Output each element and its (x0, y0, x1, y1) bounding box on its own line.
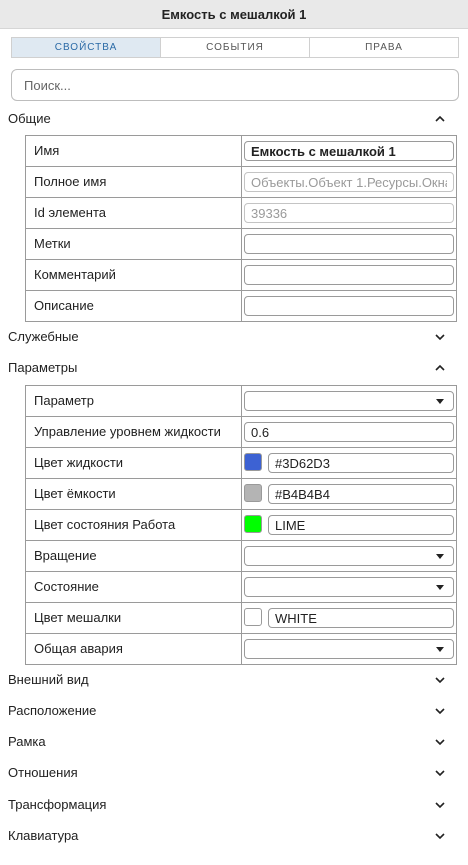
row-tank-color: Цвет ёмкости (26, 479, 456, 510)
row-label: Цвет состояния Работа (26, 510, 242, 540)
tab-events[interactable]: СОБЫТИЯ (160, 38, 309, 57)
section-appearance-title: Внешний вид (8, 672, 89, 687)
section-parameters-title: Параметры (8, 360, 78, 375)
row-label: Состояние (26, 572, 242, 602)
row-label: Комментарий (26, 260, 242, 290)
section-frame-title: Рамка (8, 734, 46, 749)
tank-color-field[interactable] (268, 484, 454, 504)
section-transform-header[interactable]: Трансформация (0, 793, 468, 817)
row-label: Полное имя (26, 167, 242, 197)
row-label: Цвет ёмкости (26, 479, 242, 509)
row-description: Описание (26, 291, 456, 322)
row-name: Имя (26, 136, 456, 167)
row-label: Вращение (26, 541, 242, 571)
rotation-select[interactable] (244, 546, 454, 566)
tab-properties[interactable]: СВОЙСТВА (12, 38, 160, 57)
section-relations-title: Отношения (8, 765, 78, 780)
row-liquid-color: Цвет жидкости (26, 448, 456, 479)
general-alarm-select[interactable] (244, 639, 454, 659)
color-swatch[interactable] (244, 608, 262, 626)
row-label: Цвет мешалки (26, 603, 242, 633)
mixer-color-field[interactable] (268, 608, 454, 628)
dropdown-caret-icon (436, 399, 444, 404)
element-id-field[interactable] (244, 203, 454, 223)
chevron-down-icon (435, 739, 445, 746)
row-label: Имя (26, 136, 242, 166)
full-name-field[interactable] (244, 172, 454, 192)
row-comment: Комментарий (26, 260, 456, 291)
section-keyboard-title: Клавиатура (8, 828, 79, 843)
row-general-alarm: Общая авария (26, 634, 456, 665)
row-label: Общая авария (26, 634, 242, 664)
parameter-select[interactable] (244, 391, 454, 411)
row-parameter: Параметр (26, 386, 456, 417)
chevron-down-icon (435, 833, 445, 840)
row-work-state-color: Цвет состояния Работа (26, 510, 456, 541)
row-full-name: Полное имя (26, 167, 456, 198)
level-control-field[interactable] (244, 422, 454, 442)
section-position-header[interactable]: Расположение (0, 699, 468, 723)
color-swatch[interactable] (244, 515, 262, 533)
section-service-title: Служебные (8, 329, 79, 344)
name-field[interactable] (244, 141, 454, 161)
row-rotation: Вращение (26, 541, 456, 572)
window-title: Емкость с мешалкой 1 (0, 0, 468, 29)
section-general-title: Общие (8, 111, 51, 126)
state-select[interactable] (244, 577, 454, 597)
chevron-down-icon (435, 770, 445, 777)
section-position-title: Расположение (8, 703, 97, 718)
dropdown-caret-icon (436, 647, 444, 652)
tags-field[interactable] (244, 234, 454, 254)
dropdown-caret-icon (436, 554, 444, 559)
chevron-up-icon (435, 115, 445, 122)
section-transform-title: Трансформация (8, 797, 107, 812)
chevron-down-icon (435, 802, 445, 809)
tab-rights[interactable]: ПРАВА (309, 38, 458, 57)
section-keyboard-header[interactable]: Клавиатура (0, 824, 468, 848)
row-label: Параметр (26, 386, 242, 416)
chevron-down-icon (435, 708, 445, 715)
section-service-header[interactable]: Служебные (0, 325, 468, 349)
color-swatch[interactable] (244, 484, 262, 502)
chevron-down-icon (435, 334, 445, 341)
tab-bar: СВОЙСТВА СОБЫТИЯ ПРАВА (11, 37, 459, 58)
description-field[interactable] (244, 296, 454, 316)
row-mixer-color: Цвет мешалки (26, 603, 456, 634)
search-input[interactable] (11, 69, 459, 101)
work-state-color-field[interactable] (268, 515, 454, 535)
color-swatch[interactable] (244, 453, 262, 471)
section-frame-header[interactable]: Рамка (0, 730, 468, 754)
comment-field[interactable] (244, 265, 454, 285)
row-label: Описание (26, 291, 242, 321)
section-appearance-header[interactable]: Внешний вид (0, 668, 468, 692)
liquid-color-field[interactable] (268, 453, 454, 473)
row-label: Цвет жидкости (26, 448, 242, 478)
section-parameters-header[interactable]: Параметры (0, 356, 468, 380)
row-element-id: Id элемента (26, 198, 456, 229)
general-properties-table: Имя Полное имя Id элемента Метки Коммент… (25, 135, 457, 322)
row-label: Метки (26, 229, 242, 259)
parameters-table: Параметр Управление уровнем жидкости Цве… (25, 385, 457, 665)
row-label: Управление уровнем жидкости (26, 417, 242, 447)
row-label: Id элемента (26, 198, 242, 228)
row-tags: Метки (26, 229, 456, 260)
dropdown-caret-icon (436, 585, 444, 590)
row-level-control: Управление уровнем жидкости (26, 417, 456, 448)
section-general-header[interactable]: Общие (0, 107, 468, 131)
row-state: Состояние (26, 572, 456, 603)
chevron-down-icon (435, 677, 445, 684)
section-relations-header[interactable]: Отношения (0, 761, 468, 785)
chevron-up-icon (435, 364, 445, 371)
